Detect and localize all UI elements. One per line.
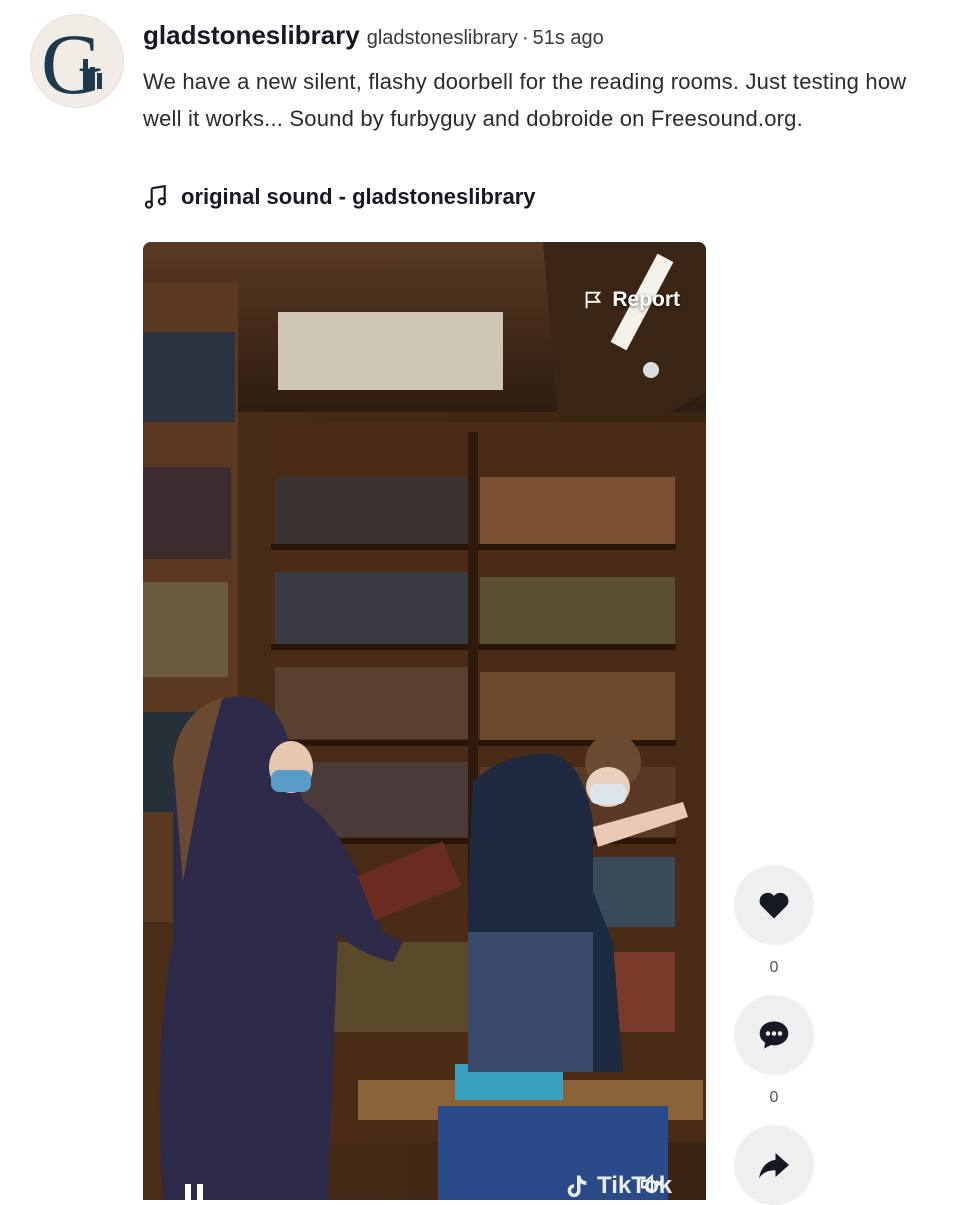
flag-icon bbox=[585, 291, 602, 309]
post-caption: We have a new silent, flashy doorbell fo… bbox=[143, 69, 907, 131]
post-time: 51s ago bbox=[532, 27, 604, 49]
author-row: gladstoneslibrary gladstoneslibrary · 51… bbox=[143, 20, 933, 51]
avatar-logo: G bbox=[41, 16, 103, 107]
comment-button[interactable] bbox=[734, 995, 814, 1075]
report-button[interactable]: Report bbox=[582, 288, 680, 312]
report-label: Report bbox=[612, 288, 680, 311]
author-name[interactable]: gladstoneslibrary bbox=[143, 20, 360, 51]
comment-icon bbox=[759, 1021, 789, 1049]
author-handle[interactable]: gladstoneslibrary bbox=[367, 27, 518, 50]
post-header: gladstoneslibrary gladstoneslibrary · 51… bbox=[143, 20, 933, 137]
volume-icon bbox=[641, 1174, 663, 1194]
pause-icon[interactable] bbox=[185, 1184, 203, 1200]
comment-action: 0 bbox=[734, 995, 814, 1125]
like-button[interactable] bbox=[734, 865, 814, 945]
avatar[interactable]: G bbox=[30, 14, 124, 108]
like-count: 0 bbox=[769, 959, 779, 976]
video-frame bbox=[143, 242, 706, 1200]
post-meta: gladstoneslibrary · 51s ago bbox=[367, 27, 604, 50]
volume-button[interactable] bbox=[639, 1171, 665, 1200]
action-bar: 0 0 bbox=[734, 865, 814, 1205]
comment-count: 0 bbox=[769, 1089, 779, 1106]
heart-icon bbox=[759, 892, 789, 919]
share-button[interactable] bbox=[734, 1125, 814, 1205]
svg-text:G: G bbox=[41, 16, 103, 107]
music-note-icon bbox=[144, 184, 167, 209]
tiktok-logo-icon bbox=[567, 1175, 587, 1198]
share-action bbox=[734, 1125, 814, 1205]
share-icon bbox=[759, 1153, 789, 1179]
video-player[interactable]: Report TikTok bbox=[143, 242, 706, 1200]
like-action: 0 bbox=[734, 865, 814, 995]
music-link[interactable]: original sound - gladstoneslibrary bbox=[143, 184, 536, 210]
meta-separator: · bbox=[521, 27, 529, 49]
music-title: original sound - gladstoneslibrary bbox=[181, 184, 536, 209]
